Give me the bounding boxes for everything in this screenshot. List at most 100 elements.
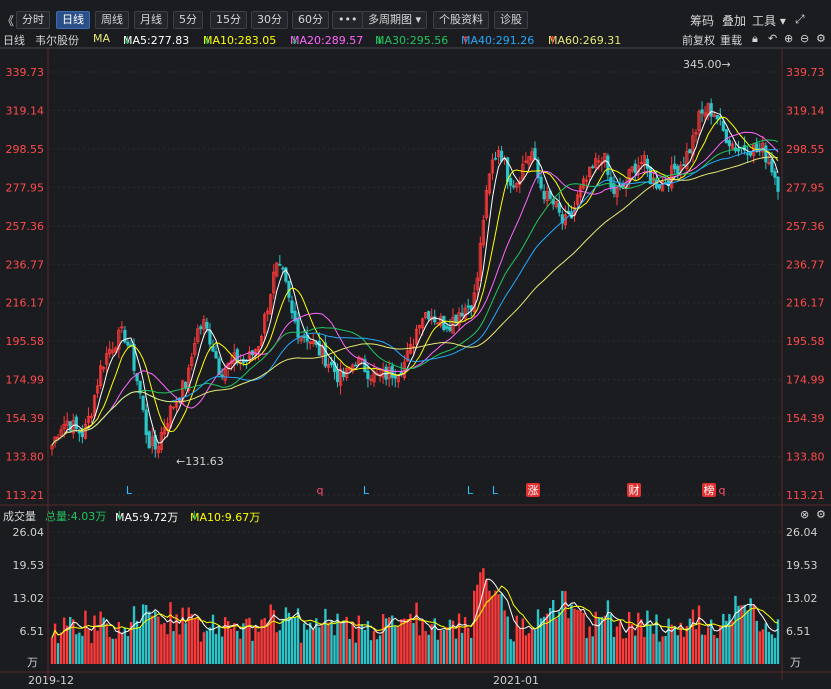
- volume-bar: [685, 625, 689, 664]
- candle-body: [764, 145, 768, 163]
- candle-body: [509, 177, 513, 186]
- volume-bar: [293, 617, 297, 664]
- ma10-line: [51, 116, 779, 446]
- price-tick-left: 216.17: [6, 297, 45, 310]
- volume-bar: [749, 598, 752, 664]
- candle-body: [466, 305, 470, 308]
- volume-bar: [764, 623, 768, 664]
- volume-bar: [254, 626, 257, 664]
- volume-bar: [230, 628, 233, 664]
- candle-body: [721, 120, 725, 131]
- volume-bar: [561, 590, 564, 664]
- volume-bar: [658, 641, 661, 664]
- volume-bar: [342, 620, 345, 664]
- volume-bar: [345, 616, 348, 664]
- candle-body: [144, 409, 148, 435]
- volume-bar: [172, 631, 175, 664]
- volume-bar: [181, 607, 184, 664]
- volume-bar: [482, 568, 485, 664]
- volume-bar: [545, 613, 549, 664]
- price-tick-left: 277.95: [6, 181, 45, 194]
- volume-bar: [302, 623, 306, 664]
- candle-body: [278, 263, 282, 266]
- volume-bar: [318, 627, 321, 664]
- volume-bar: [305, 629, 309, 664]
- candle-body: [147, 431, 151, 449]
- kline-chart[interactable]: 339.73 339.73 319.14 319.14 298.55 298.55 277.…: [0, 0, 831, 689]
- volume-bar: [624, 638, 628, 664]
- volume-bar: [436, 639, 439, 664]
- volume-bar: [746, 610, 749, 664]
- volume-bar: [108, 637, 111, 664]
- volume-bar: [600, 616, 604, 664]
- candle-body: [645, 158, 649, 169]
- volume-bar: [773, 637, 777, 664]
- candle-body: [770, 158, 774, 173]
- volume-bar: [205, 630, 209, 664]
- volume-bar: [333, 635, 336, 664]
- volume-tick-right: 6.51: [786, 625, 811, 638]
- volume-bar: [141, 604, 145, 664]
- volume-bar: [69, 616, 72, 664]
- candle-body: [773, 171, 777, 178]
- volume-bar: [682, 636, 686, 664]
- volume-bar: [360, 624, 364, 664]
- candle-body: [591, 166, 595, 169]
- volume-bar: [652, 633, 655, 664]
- volume-bar: [552, 600, 555, 664]
- ma40-line: [51, 149, 779, 446]
- price-tick-right: 154.39: [786, 412, 825, 425]
- volume-bar: [694, 629, 698, 664]
- candle-body: [727, 140, 731, 147]
- volume-bar: [132, 606, 136, 664]
- volume-bar: [713, 634, 716, 664]
- candle-body: [199, 326, 203, 330]
- volume-bar: [163, 622, 166, 664]
- volume-bar: [427, 634, 430, 664]
- volume-bar: [594, 611, 597, 664]
- volume-tick-left: 19.53: [13, 559, 45, 572]
- volume-bar: [75, 634, 78, 664]
- candle-body: [329, 361, 334, 366]
- volume-bar: [630, 624, 634, 664]
- event-marker: q: [719, 484, 726, 497]
- volume-bar: [223, 617, 227, 664]
- volume-bar: [354, 642, 357, 664]
- candle-body: [539, 176, 543, 189]
- volume-bar: [263, 617, 266, 664]
- candle-body: [682, 164, 686, 166]
- volume-bar: [93, 615, 96, 664]
- volume-bar: [509, 639, 512, 664]
- volume-bar: [615, 626, 619, 664]
- candle-body: [354, 364, 358, 367]
- volume-bar: [59, 632, 63, 664]
- volume-bar: [321, 623, 324, 664]
- volume-bar: [700, 634, 704, 664]
- volume-bar: [96, 630, 99, 664]
- volume-bar: [418, 635, 421, 664]
- volume-bar: [627, 612, 631, 664]
- volume-tick-right: 13.02: [786, 592, 818, 605]
- volume-bar: [421, 620, 424, 664]
- volume-bar: [381, 614, 385, 664]
- volume-bar: [612, 636, 616, 664]
- volume-bar: [409, 613, 412, 664]
- volume-bar: [284, 607, 288, 664]
- volume-bar: [621, 638, 625, 664]
- volume-bar: [403, 618, 406, 664]
- candle-body: [184, 381, 188, 388]
- event-marker: 财: [629, 483, 640, 497]
- candle-body: [214, 351, 218, 359]
- candle-body: [448, 326, 452, 331]
- price-tick-left: 174.99: [6, 374, 45, 387]
- volume-bar: [524, 635, 528, 664]
- candle-body: [460, 312, 464, 317]
- volume-bar: [257, 631, 260, 664]
- volume-bar: [278, 630, 282, 664]
- candle-body: [533, 148, 537, 159]
- candle-body: [609, 176, 613, 188]
- volume-bar: [497, 594, 500, 664]
- volume-bar: [372, 630, 376, 664]
- ma5-line: [51, 110, 779, 446]
- volume-bar: [397, 626, 400, 664]
